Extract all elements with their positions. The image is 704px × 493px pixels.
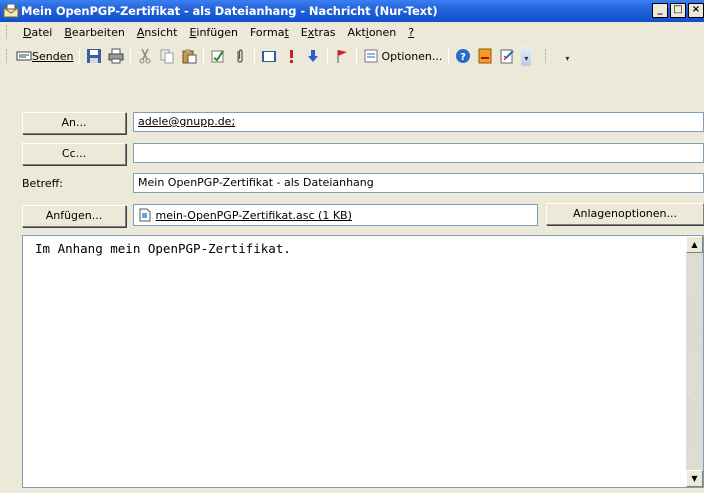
toolbar-separator xyxy=(254,48,256,64)
options-icon xyxy=(363,48,379,64)
toolbar-grip-2[interactable] xyxy=(545,49,548,63)
toolbar-separator xyxy=(79,48,81,64)
scissors-icon xyxy=(137,48,153,64)
toolbar: Senden Optionen... ? ▾ ▾ xyxy=(0,44,704,90)
attachment-file-icon xyxy=(138,208,152,222)
toolbar-separator xyxy=(327,48,329,64)
attachment-options-button[interactable]: Anlagenoptionen... xyxy=(546,203,704,225)
menubar-grip[interactable] xyxy=(6,25,9,39)
help-icon: ? xyxy=(455,48,471,64)
low-importance-button[interactable] xyxy=(302,46,324,66)
attach-file-button[interactable] xyxy=(229,46,251,66)
exclamation-icon xyxy=(283,48,299,64)
down-arrow-icon xyxy=(305,48,321,64)
toolbar-separator xyxy=(356,48,358,64)
flag-icon xyxy=(334,48,350,64)
address-book-icon xyxy=(261,48,277,64)
menu-help[interactable]: ? xyxy=(402,26,420,39)
window-title: Mein OpenPGP-Zertifikat - als Dateianhan… xyxy=(21,4,438,18)
toolbar-grip[interactable] xyxy=(6,49,9,63)
message-window-icon xyxy=(3,3,19,18)
toolbar-separator xyxy=(203,48,205,64)
address-book-button[interactable] xyxy=(258,46,280,66)
paste-icon xyxy=(181,48,197,64)
attachment-file[interactable]: mein-OpenPGP-Zertifikat.asc (1 KB) xyxy=(156,209,352,222)
menu-extras[interactable]: Extras xyxy=(295,26,342,39)
close-button[interactable]: × xyxy=(688,3,704,18)
menu-bearbeiten[interactable]: Bearbeiten xyxy=(58,26,130,39)
check-names-button[interactable] xyxy=(207,46,229,66)
flag-button[interactable] xyxy=(331,46,353,66)
save-button[interactable] xyxy=(83,46,105,66)
high-importance-button[interactable] xyxy=(280,46,302,66)
menu-einfuegen[interactable]: Einfügen xyxy=(183,26,244,39)
scroll-up-button[interactable]: ▲ xyxy=(686,236,703,253)
options-label: Optionen... xyxy=(381,49,443,63)
to-button[interactable]: An... xyxy=(22,112,126,134)
toolbar-separator xyxy=(448,48,450,64)
message-body-text[interactable]: Im Anhang mein OpenPGP-Zertifikat. xyxy=(35,241,291,256)
toolbar-overflow-chevron[interactable]: ▾ xyxy=(521,46,532,66)
toolbar-separator xyxy=(130,48,132,64)
paperclip-icon xyxy=(232,48,248,64)
encrypt-message-button[interactable] xyxy=(496,46,518,66)
attachments-field[interactable]: mein-OpenPGP-Zertifikat.asc (1 KB) xyxy=(133,204,538,226)
sign-icon xyxy=(477,48,493,64)
send-button[interactable]: Senden xyxy=(13,46,76,66)
copy-button[interactable] xyxy=(156,46,178,66)
message-body[interactable]: Im Anhang mein OpenPGP-Zertifikat. ▲ ▼ xyxy=(22,235,704,488)
vertical-scrollbar[interactable]: ▲ ▼ xyxy=(686,236,703,487)
menu-aktionen[interactable]: Aktionen xyxy=(342,26,403,39)
menu-format[interactable]: Format xyxy=(244,26,295,39)
menu-bar: Datei Bearbeiten Ansicht Einfügen Format… xyxy=(0,22,704,42)
subject-label: Betreff: xyxy=(22,177,63,190)
cut-button[interactable] xyxy=(134,46,156,66)
title-bar[interactable]: Mein OpenPGP-Zertifikat - als Dateianhan… xyxy=(0,0,704,22)
maximize-button[interactable]: □ xyxy=(670,3,686,18)
menu-ansicht[interactable]: Ansicht xyxy=(131,26,184,39)
minimize-button[interactable]: _ xyxy=(652,3,668,18)
help-button[interactable]: ? xyxy=(452,46,474,66)
save-icon xyxy=(86,48,102,64)
options-button[interactable]: Optionen... xyxy=(360,46,445,66)
to-field[interactable]: adele@gnupp.de; xyxy=(133,112,704,132)
print-button[interactable] xyxy=(105,46,127,66)
send-label: Senden xyxy=(32,49,74,63)
send-icon xyxy=(16,48,32,64)
to-recipient[interactable]: adele@gnupp.de; xyxy=(138,115,235,128)
menu-datei[interactable]: Datei xyxy=(17,26,58,39)
copy-icon xyxy=(159,48,175,64)
scroll-down-button[interactable]: ▼ xyxy=(686,470,703,487)
attach-button[interactable]: Anfügen... xyxy=(22,205,126,227)
svg-text:?: ? xyxy=(461,52,467,63)
toolbar-overflow-chevron-2[interactable]: ▾ xyxy=(562,46,572,66)
encrypt-icon xyxy=(499,48,515,64)
paste-button[interactable] xyxy=(178,46,200,66)
sign-message-button[interactable] xyxy=(474,46,496,66)
cc-button[interactable]: Cc... xyxy=(22,143,126,165)
cc-field[interactable] xyxy=(133,143,704,163)
print-icon xyxy=(108,48,124,64)
check-names-icon xyxy=(210,48,226,64)
subject-field[interactable]: Mein OpenPGP-Zertifikat - als Dateianhan… xyxy=(133,173,704,193)
